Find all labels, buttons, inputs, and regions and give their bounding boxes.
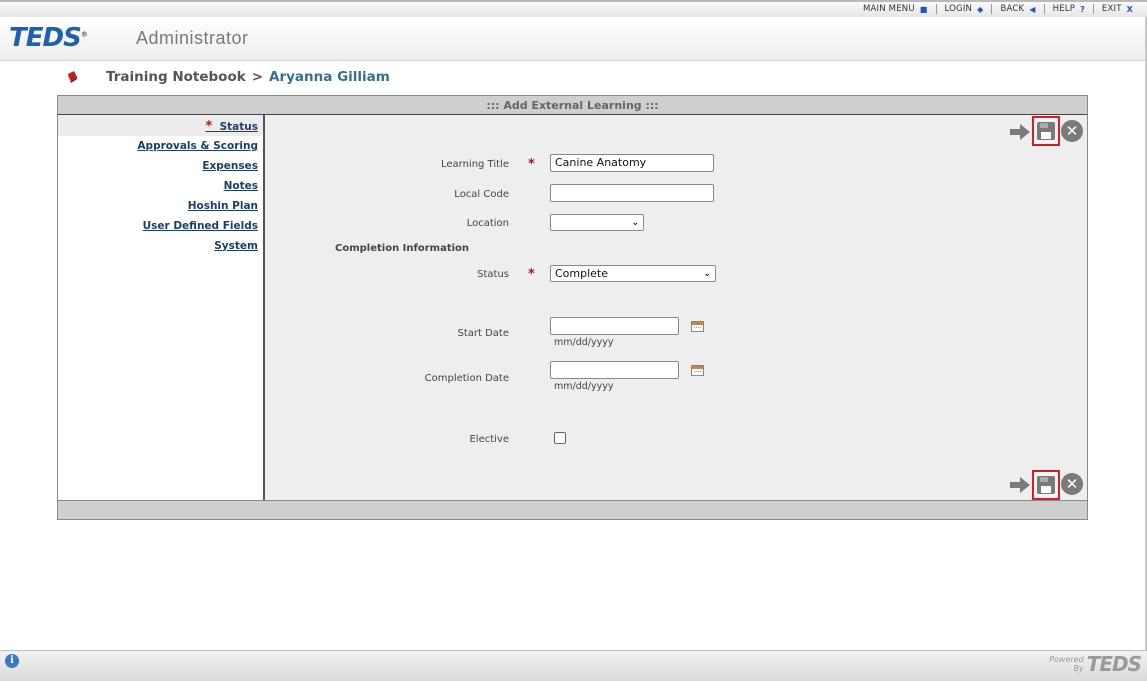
exit-label: EXIT (1101, 4, 1122, 14)
chevron-down-icon: ⌄ (703, 268, 711, 279)
breadcrumb: Training Notebook > Aryanna Gilliam (66, 69, 390, 85)
question-icon: ? (1080, 4, 1085, 14)
main-menu-label: MAIN MENU (862, 4, 915, 14)
start-date-format-hint: mm/dd/yyyy (554, 337, 614, 348)
floppy-disk-icon (1037, 122, 1055, 140)
close-icon[interactable]: ✕ (1061, 120, 1083, 142)
status-label: Status (477, 269, 509, 280)
nav-divider (1092, 4, 1094, 14)
x-icon: X (1126, 4, 1133, 14)
back-link[interactable]: BACK ◀ (994, 4, 1041, 14)
nav-divider (1043, 4, 1045, 14)
panel-title: ::: Add External Learning ::: (58, 96, 1087, 115)
add-external-learning-panel: ::: Add External Learning ::: * Status A… (57, 95, 1088, 520)
back-label: BACK (1000, 4, 1025, 14)
required-mark: * (205, 119, 213, 134)
sidebar-item-hoshin-plan[interactable]: Hoshin Plan (188, 200, 258, 212)
local-code-input[interactable] (550, 184, 714, 202)
info-icon[interactable]: i (5, 654, 19, 668)
help-link[interactable]: HELP? (1047, 4, 1091, 14)
by-label: By (1073, 664, 1084, 673)
location-select[interactable]: ⌄ (550, 214, 644, 231)
completion-date-input[interactable] (550, 361, 679, 379)
save-button[interactable] (1032, 116, 1060, 146)
elective-checkbox[interactable] (554, 432, 566, 444)
required-mark: * (528, 157, 535, 172)
teds-logo: TEDS® (9, 23, 88, 53)
elective-label: Elective (469, 434, 509, 445)
registered-mark: ® (80, 30, 88, 39)
breadcrumb-person: Aryanna Gilliam (269, 69, 390, 85)
forward-arrow-icon[interactable] (1009, 123, 1031, 141)
app-name: Administrator (136, 28, 249, 48)
sidebar-item-label: Status (219, 121, 258, 133)
diamond-icon: ◆ (977, 4, 984, 14)
sidebar-item-user-defined-fields[interactable]: User Defined Fields (143, 220, 258, 232)
exit-link[interactable]: EXIT X (1096, 4, 1139, 14)
save-button[interactable] (1032, 470, 1060, 500)
status-bar: i Powered By TEDS (0, 650, 1147, 681)
status-value: Complete (555, 267, 609, 280)
completion-date-label: Completion Date (424, 373, 509, 384)
section-sidebar: * Status Approvals & Scoring Expenses No… (58, 115, 265, 500)
sidebar-item-expenses[interactable]: Expenses (202, 160, 258, 172)
completion-date-format-hint: mm/dd/yyyy (554, 381, 614, 392)
start-date-label: Start Date (457, 328, 509, 339)
sidebar-item-approvals-scoring[interactable]: Approvals & Scoring (137, 140, 258, 152)
powered-by-text: Powered By (1049, 655, 1083, 673)
notebook-icon (66, 70, 78, 84)
app-header: TEDS® Administrator (0, 17, 1147, 61)
panel-footer (58, 500, 1087, 519)
forward-arrow-icon[interactable] (1009, 476, 1031, 494)
local-code-label: Local Code (454, 189, 509, 200)
sidebar-item-system[interactable]: System (214, 240, 258, 252)
powered-by-logo: Powered By TEDS (1049, 652, 1142, 676)
calendar-icon[interactable] (691, 365, 704, 376)
breadcrumb-section[interactable]: Training Notebook (106, 69, 246, 85)
chevron-down-icon: ⌄ (631, 217, 639, 228)
main-menu-link[interactable]: MAIN MENU ■ (857, 4, 934, 14)
sidebar-item-status[interactable]: * Status (205, 119, 258, 134)
calendar-icon[interactable] (691, 321, 704, 332)
location-label: Location (466, 218, 509, 229)
close-icon[interactable]: ✕ (1061, 473, 1083, 495)
start-date-input[interactable] (550, 317, 679, 335)
learning-title-label: Learning Title (440, 159, 509, 170)
logo-text: TEDS (9, 23, 82, 53)
nav-divider (935, 4, 937, 14)
square-icon: ■ (919, 4, 928, 14)
status-select[interactable]: Complete ⌄ (550, 265, 716, 282)
floppy-disk-icon (1037, 476, 1055, 494)
powered-label: Powered (1049, 655, 1084, 664)
footer-logo: TEDS (1086, 652, 1142, 676)
help-label: HELP (1052, 4, 1076, 14)
top-navigation-bar: MAIN MENU ■ LOGIN ◆ BACK ◀ HELP? EXIT X (0, 0, 1147, 17)
login-label: LOGIN (944, 4, 973, 14)
back-arrow-icon: ◀ (1029, 4, 1036, 14)
completion-information-heading: Completion Information (335, 243, 470, 254)
breadcrumb-separator: > (251, 69, 264, 85)
nav-divider (991, 4, 993, 14)
login-link[interactable]: LOGIN ◆ (939, 4, 990, 14)
top-nav: MAIN MENU ■ LOGIN ◆ BACK ◀ HELP? EXIT X (857, 4, 1139, 14)
sidebar-item-notes[interactable]: Notes (224, 180, 258, 192)
required-mark: * (528, 267, 535, 282)
learning-title-input[interactable]: Canine Anatomy (550, 154, 714, 172)
